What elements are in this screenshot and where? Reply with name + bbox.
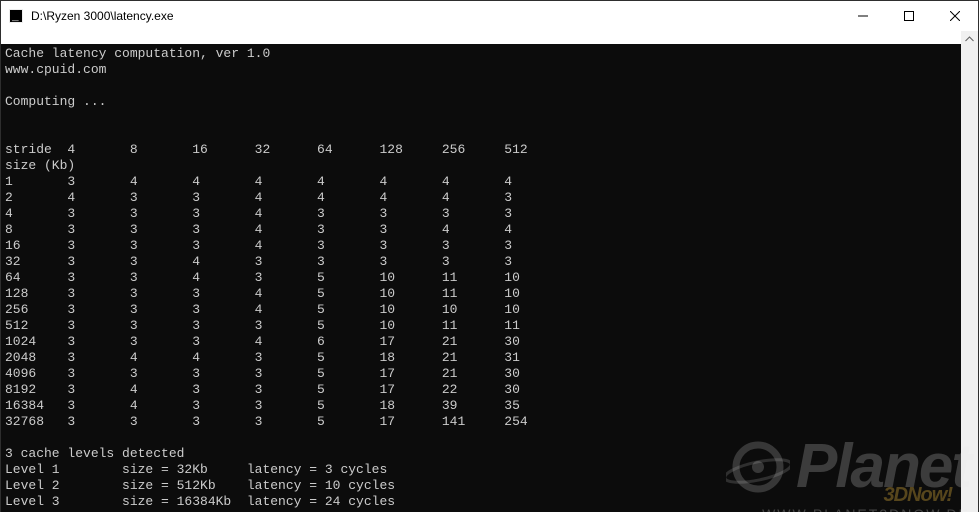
window-title: D:\Ryzen 3000\latency.exe [31,9,174,23]
window-frame: _ D:\Ryzen 3000\latency.exe Cache latenc… [0,0,979,512]
console-output[interactable]: Cache latency computation, ver 1.0 www.c… [1,44,961,512]
app-icon: _ [7,7,25,25]
scroll-up-arrow[interactable] [961,31,978,48]
client-area: Cache latency computation, ver 1.0 www.c… [1,31,978,512]
svg-text:_: _ [11,12,19,23]
maximize-button[interactable] [886,1,932,31]
close-button[interactable] [932,1,978,31]
minimize-button[interactable] [840,1,886,31]
window-titlebar[interactable]: _ D:\Ryzen 3000\latency.exe [1,1,978,31]
vertical-scrollbar[interactable] [961,31,978,512]
